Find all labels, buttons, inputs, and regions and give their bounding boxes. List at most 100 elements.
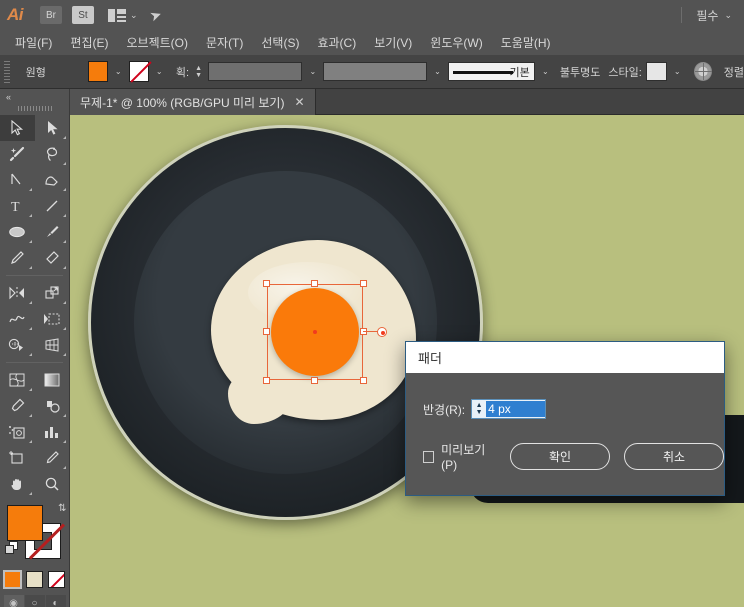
type-tool[interactable]: T (0, 193, 35, 219)
dialog-title-bar: 패더 (406, 342, 724, 373)
control-bar-grip[interactable] (4, 60, 10, 83)
radius-input[interactable]: 4 px (486, 401, 546, 417)
menu-help[interactable]: 도움말(H) (492, 31, 560, 54)
menu-object[interactable]: 오브젝트(O) (117, 31, 197, 54)
direct-selection-tool[interactable] (35, 115, 70, 141)
handle-top-center[interactable] (311, 280, 318, 287)
arrange-documents-button[interactable]: ⌄ (108, 8, 138, 22)
collapse-panel-icon[interactable]: « (0, 89, 69, 102)
eraser-tool[interactable] (35, 245, 70, 271)
recolor-artwork-icon[interactable] (693, 62, 712, 81)
rotate-widget-knob[interactable] (377, 327, 387, 337)
pen-tool[interactable] (0, 167, 35, 193)
scale-tool[interactable] (35, 280, 70, 306)
style-chevron-down-icon[interactable]: ⌄ (671, 62, 684, 82)
handle-top-right[interactable] (360, 280, 367, 287)
menu-select[interactable]: 선택(S) (252, 31, 308, 54)
free-transform-tool[interactable] (35, 306, 70, 332)
radius-stepper[interactable]: ▲ ▼ (472, 402, 486, 416)
ok-button[interactable]: 확인 (510, 443, 610, 470)
selection-tool[interactable] (0, 115, 35, 141)
selection-bounding-box[interactable] (263, 280, 387, 384)
fill-color-swatch[interactable] (87, 61, 108, 82)
blend-tool[interactable] (35, 393, 70, 419)
tool-flyout-indicator (28, 388, 32, 391)
dialog-actions: 미리보기(P) 확인 취소 (406, 419, 724, 472)
stroke-profile-preview[interactable]: 기본 (448, 62, 535, 81)
feather-dialog[interactable]: 패더 반경(R): ▲ ▼ 4 px 미리보기(P) 확인 취소 (405, 341, 725, 496)
handle-middle-left[interactable] (263, 328, 270, 335)
menu-edit[interactable]: 편집(E) (61, 31, 117, 54)
stroke-weight-chevron-down-icon[interactable]: ⌄ (306, 62, 319, 82)
tool-flyout-indicator (63, 301, 66, 304)
lasso-tool[interactable] (35, 141, 70, 167)
magic-wand-tool[interactable] (0, 141, 35, 167)
svg-text:T: T (11, 200, 20, 214)
eyedropper-tool[interactable] (0, 393, 35, 419)
color-swatch-none[interactable] (48, 571, 65, 588)
draw-normal-icon[interactable]: ◉ (3, 595, 24, 607)
variable-width-profile-field[interactable] (323, 62, 427, 81)
mesh-tool[interactable] (0, 367, 35, 393)
chevron-down-icon: ⌄ (130, 9, 138, 20)
workspace-switcher[interactable]: 필수 ⌄ (681, 7, 744, 24)
bridge-icon[interactable]: Br (40, 6, 62, 24)
document-tab[interactable]: 무제-1* @ 100% (RGB/GPU 미리 보기) ✕ (70, 89, 316, 115)
variable-width-chevron-down-icon[interactable]: ⌄ (431, 62, 444, 82)
reflect-tool[interactable] (0, 280, 35, 306)
fill-swatch-large[interactable] (6, 505, 43, 541)
column-graph-tool[interactable] (35, 419, 70, 445)
perspective-grid-tool[interactable] (35, 332, 70, 358)
handle-bottom-center[interactable] (311, 377, 318, 384)
tools-panel-grip[interactable] (17, 106, 52, 111)
stroke-chevron-down-icon[interactable]: ⌄ (153, 62, 166, 82)
preview-checkbox[interactable]: 미리보기(P) (423, 441, 496, 472)
stroke-color-swatch[interactable] (128, 61, 149, 82)
color-swatch-gradient[interactable] (26, 571, 43, 588)
tool-flyout-indicator (63, 327, 66, 330)
handle-bottom-left[interactable] (263, 377, 270, 384)
artboard-tool[interactable] (0, 445, 35, 471)
checkbox-box[interactable] (423, 450, 435, 463)
application-bar: Ai Br St ⌄ ➤ 필수 ⌄ (0, 0, 744, 30)
ellipse-tool[interactable] (0, 219, 35, 245)
zoom-tool[interactable] (35, 471, 70, 497)
handle-top-left[interactable] (263, 280, 270, 287)
close-icon[interactable]: ✕ (294, 96, 304, 108)
curvature-tool[interactable] (35, 167, 70, 193)
cancel-button[interactable]: 취소 (624, 443, 724, 470)
draw-inside-icon[interactable]: ◐ (45, 595, 66, 607)
menu-window[interactable]: 윈도우(W) (421, 31, 491, 54)
opacity-label[interactable]: 불투명도 (560, 64, 600, 80)
color-swatch-fill[interactable] (3, 570, 22, 589)
graphic-style-swatch[interactable] (645, 62, 667, 81)
symbol-sprayer-tool[interactable] (0, 419, 35, 445)
menu-file[interactable]: 파일(F) (6, 31, 61, 54)
stroke-profile-chevron-down-icon[interactable]: ⌄ (539, 62, 552, 82)
default-fill-stroke-icon[interactable] (4, 541, 19, 555)
rocket-icon[interactable]: ➤ (147, 5, 164, 25)
selected-object-type: 원형 (25, 66, 46, 79)
divider (681, 7, 683, 23)
paintbrush-tool[interactable] (35, 219, 70, 245)
menu-effect[interactable]: 효과(C) (308, 31, 365, 54)
menu-view[interactable]: 보기(V) (365, 31, 421, 54)
menu-type[interactable]: 문자(T) (197, 31, 252, 54)
radius-input-wrapper[interactable]: ▲ ▼ 4 px (471, 399, 547, 419)
stroke-weight-stepper[interactable]: ▲ ▼ (193, 62, 204, 82)
gradient-tool[interactable] (35, 367, 70, 393)
handle-bottom-right[interactable] (360, 377, 367, 384)
shape-builder-tool[interactable] (0, 332, 35, 358)
swap-fill-stroke-icon[interactable]: ⇅ (58, 503, 66, 514)
fill-chevron-down-icon[interactable]: ⌄ (112, 62, 125, 82)
stroke-weight-input[interactable] (208, 62, 303, 81)
width-tool[interactable] (0, 306, 35, 332)
stock-icon[interactable]: St (72, 6, 94, 24)
pencil-tool[interactable] (0, 245, 35, 271)
draw-behind-icon[interactable]: ○ (24, 595, 45, 607)
align-label[interactable]: 정렬 (724, 64, 744, 80)
line-segment-tool[interactable] (35, 193, 70, 219)
tool-flyout-indicator (28, 327, 32, 330)
hand-tool[interactable] (0, 471, 35, 497)
slice-tool[interactable] (35, 445, 70, 471)
